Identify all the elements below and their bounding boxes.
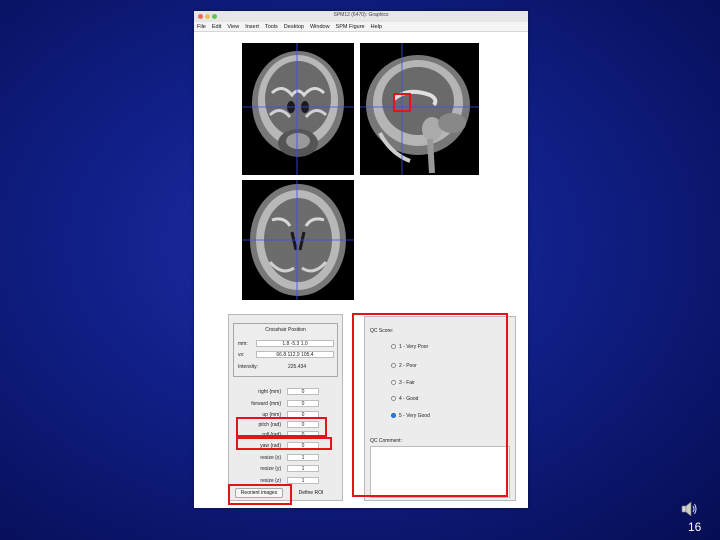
spm-graphics-window: SPM12 (6470): Graphics File Edit View In… [194, 11, 528, 508]
qc-panel-highlight-box [352, 313, 508, 497]
param-label-forward: forward {mm} [251, 401, 281, 407]
mm-value-field[interactable]: 1.8 -5.3 1.0 [256, 340, 334, 347]
menu-spm-figure[interactable]: SPM Figure [336, 24, 365, 30]
param-field-resize-z[interactable]: 1 [287, 477, 319, 484]
crosshair-position-box: Crosshair Position mm: 1.8 -5.3 1.0 vx: … [233, 323, 338, 377]
pitch-roll-highlight-box [236, 417, 327, 437]
window-title: SPM12 (6470): Graphics [333, 12, 389, 18]
axial-view-image[interactable] [242, 180, 354, 300]
menu-file[interactable]: File [197, 24, 206, 30]
define-roi-button[interactable]: Define ROI [289, 488, 333, 498]
menu-edit[interactable]: Edit [212, 24, 221, 30]
reorient-panel: Crosshair Position mm: 1.8 -5.3 1.0 vx: … [228, 314, 343, 501]
sagittal-highlight-box [393, 93, 411, 112]
vx-label: vx: [238, 352, 245, 358]
param-field-resize-x[interactable]: 1 [287, 454, 319, 461]
menu-insert[interactable]: Insert [245, 24, 259, 30]
param-field-resize-y[interactable]: 1 [287, 465, 319, 472]
menu-desktop[interactable]: Desktop [284, 24, 304, 30]
vx-value-field[interactable]: 66.8 112.9 105.4 [256, 351, 334, 358]
param-field-right[interactable]: 0 [287, 388, 319, 395]
slide-page-number: 16 [688, 520, 702, 534]
menu-window[interactable]: Window [310, 24, 330, 30]
menu-help[interactable]: Help [371, 24, 382, 30]
coronal-view-image[interactable] [242, 43, 354, 175]
param-label-resize-y: resize {y} [260, 466, 281, 472]
menu-view[interactable]: View [227, 24, 239, 30]
param-label-resize-x: resize {x} [260, 455, 281, 461]
intensity-value: 225.434 [288, 364, 307, 370]
mm-label: mm: [238, 341, 248, 347]
reorient-button-highlight-box [228, 484, 292, 505]
menu-bar: File Edit View Insert Tools Desktop Wind… [194, 22, 528, 32]
menu-tools[interactable]: Tools [265, 24, 278, 30]
param-label-right: right {mm} [258, 389, 281, 395]
crosshair-position-heading: Crosshair Position [265, 327, 306, 333]
sagittal-view-image[interactable] [360, 43, 479, 175]
param-field-forward[interactable]: 0 [287, 400, 319, 407]
speaker-icon[interactable] [680, 500, 698, 518]
intensity-label: Intensity: [238, 364, 259, 370]
yaw-highlight-box [236, 437, 332, 450]
